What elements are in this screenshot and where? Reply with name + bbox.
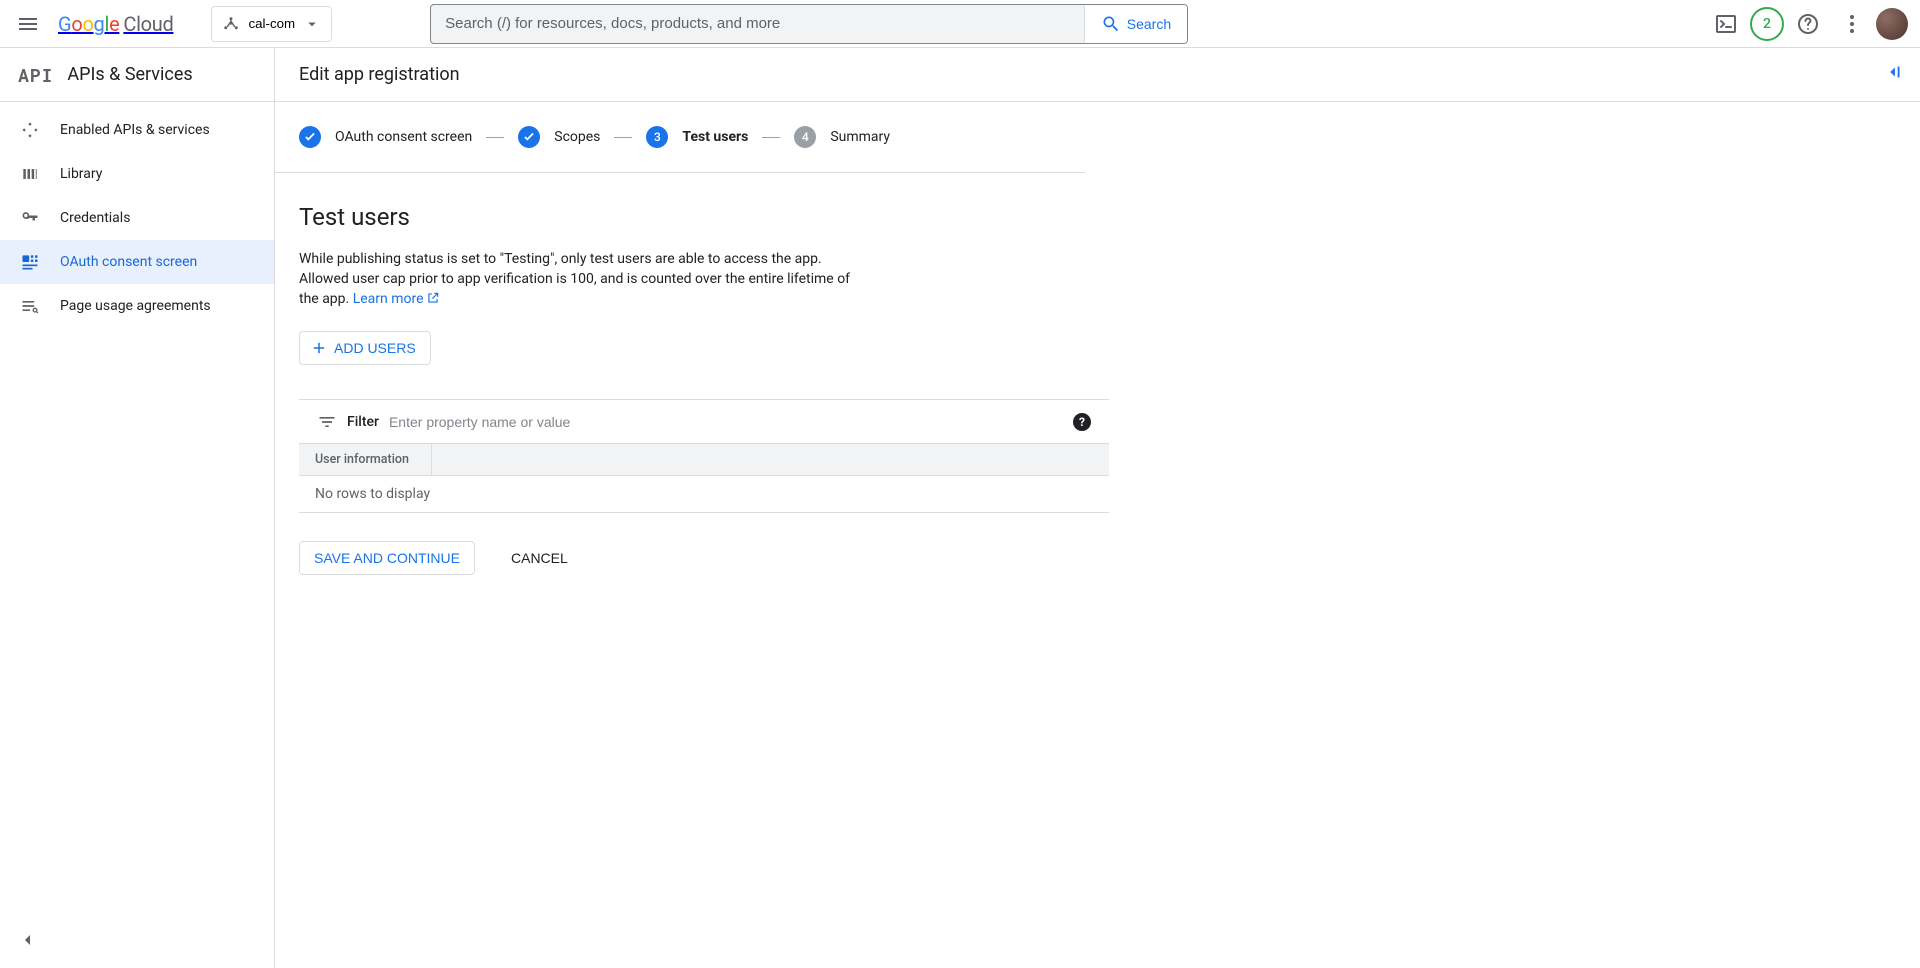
project-name: cal-com bbox=[248, 16, 295, 31]
filter-label: Filter bbox=[347, 414, 379, 430]
sidebar-nav: Enabled APIs & services Library Credenti… bbox=[0, 102, 274, 328]
empty-state-text: No rows to display bbox=[299, 476, 1109, 513]
help-button[interactable] bbox=[1788, 4, 1828, 44]
column-header-user-info[interactable]: User information bbox=[299, 444, 432, 475]
dashboard-icon bbox=[20, 120, 40, 140]
plus-icon bbox=[310, 339, 328, 357]
project-nodes-icon bbox=[222, 15, 240, 33]
step-done-badge bbox=[299, 126, 321, 148]
step-separator bbox=[762, 137, 780, 138]
panel-collapse-icon bbox=[1883, 61, 1905, 83]
step-separator bbox=[486, 137, 504, 138]
filter-bar: Filter ? bbox=[299, 399, 1109, 443]
global-header: Google Cloud cal-com Search 2 bbox=[0, 0, 1920, 48]
step-summary[interactable]: 4 Summary bbox=[794, 126, 890, 148]
project-selector[interactable]: cal-com bbox=[211, 6, 332, 42]
form-actions: SAVE AND CONTINUE CANCEL bbox=[299, 541, 1109, 575]
hamburger-icon bbox=[16, 12, 40, 36]
sidebar-item-enabled-apis[interactable]: Enabled APIs & services bbox=[0, 108, 274, 152]
sidebar-item-library[interactable]: Library bbox=[0, 152, 274, 196]
step-done-badge bbox=[518, 126, 540, 148]
save-continue-button[interactable]: SAVE AND CONTINUE bbox=[299, 541, 475, 575]
filter-icon bbox=[317, 412, 337, 432]
consent-screen-icon bbox=[20, 252, 40, 272]
agreements-icon bbox=[20, 296, 40, 316]
page-header: Edit app registration bbox=[275, 48, 1920, 102]
sidebar-item-oauth-consent[interactable]: OAuth consent screen bbox=[0, 240, 274, 284]
sidebar-item-label: Page usage agreements bbox=[60, 298, 211, 314]
sidebar-header[interactable]: API APIs & Services bbox=[0, 48, 274, 102]
nav-menu-button[interactable] bbox=[8, 4, 48, 44]
global-search: Search bbox=[430, 4, 1188, 44]
external-link-icon bbox=[426, 291, 440, 305]
dropdown-caret-icon bbox=[303, 15, 321, 33]
content-area: Test users While publishing status is se… bbox=[275, 173, 1133, 595]
users-table-header: User information bbox=[299, 443, 1109, 476]
search-input[interactable] bbox=[431, 5, 1084, 43]
step-pending-badge: 4 bbox=[794, 126, 816, 148]
google-cloud-logo[interactable]: Google Cloud bbox=[58, 12, 173, 36]
check-icon bbox=[522, 130, 536, 144]
library-icon bbox=[20, 164, 40, 184]
check-icon bbox=[303, 130, 317, 144]
free-trial-badge[interactable]: 2 bbox=[1750, 7, 1784, 41]
key-icon bbox=[20, 208, 40, 228]
header-actions: 2 bbox=[1706, 4, 1908, 44]
page-title: Edit app registration bbox=[299, 64, 460, 85]
step-label: Test users bbox=[682, 129, 748, 145]
overflow-icon bbox=[1840, 12, 1864, 36]
cloud-shell-icon bbox=[1714, 12, 1738, 36]
filter-input[interactable] bbox=[389, 414, 1063, 430]
step-label: OAuth consent screen bbox=[335, 129, 472, 145]
sidebar-item-label: Library bbox=[60, 166, 102, 182]
sidebar-item-label: Credentials bbox=[60, 210, 130, 226]
search-icon bbox=[1101, 14, 1121, 34]
chevron-left-icon bbox=[16, 928, 40, 952]
section-title: Test users bbox=[299, 203, 1109, 231]
step-oauth-consent[interactable]: OAuth consent screen bbox=[299, 126, 472, 148]
add-users-button[interactable]: ADD USERS bbox=[299, 331, 431, 365]
search-button[interactable]: Search bbox=[1084, 5, 1187, 43]
sidebar-collapse-button[interactable] bbox=[8, 920, 48, 960]
step-current-badge: 3 bbox=[646, 126, 668, 148]
sidebar-item-label: OAuth consent screen bbox=[60, 254, 197, 270]
step-scopes[interactable]: Scopes bbox=[518, 126, 600, 148]
page-layout: API APIs & Services Enabled APIs & servi… bbox=[0, 48, 1920, 968]
sidebar-title: APIs & Services bbox=[67, 64, 192, 85]
main-content: Edit app registration OAuth consent scre… bbox=[275, 48, 1920, 968]
filter-help-button[interactable]: ? bbox=[1073, 413, 1091, 431]
learn-panel-toggle[interactable] bbox=[1874, 52, 1914, 92]
sidebar-item-credentials[interactable]: Credentials bbox=[0, 196, 274, 240]
api-badge: API bbox=[18, 63, 53, 87]
cancel-button[interactable]: CANCEL bbox=[499, 542, 580, 574]
sidebar: API APIs & Services Enabled APIs & servi… bbox=[0, 48, 275, 968]
step-separator bbox=[614, 137, 632, 138]
step-label: Summary bbox=[830, 129, 890, 145]
section-description: While publishing status is set to "Testi… bbox=[299, 249, 859, 309]
help-circle-icon bbox=[1796, 12, 1820, 36]
sidebar-item-page-usage[interactable]: Page usage agreements bbox=[0, 284, 274, 328]
column-header-spacer bbox=[432, 444, 464, 475]
cloud-shell-button[interactable] bbox=[1706, 4, 1746, 44]
step-label: Scopes bbox=[554, 129, 600, 145]
sidebar-item-label: Enabled APIs & services bbox=[60, 122, 210, 138]
wizard-stepper: OAuth consent screen Scopes 3 Test users… bbox=[275, 102, 1085, 173]
step-test-users[interactable]: 3 Test users bbox=[646, 126, 748, 148]
more-options-button[interactable] bbox=[1832, 4, 1872, 44]
learn-more-link[interactable]: Learn more bbox=[353, 291, 440, 307]
user-avatar[interactable] bbox=[1876, 8, 1908, 40]
